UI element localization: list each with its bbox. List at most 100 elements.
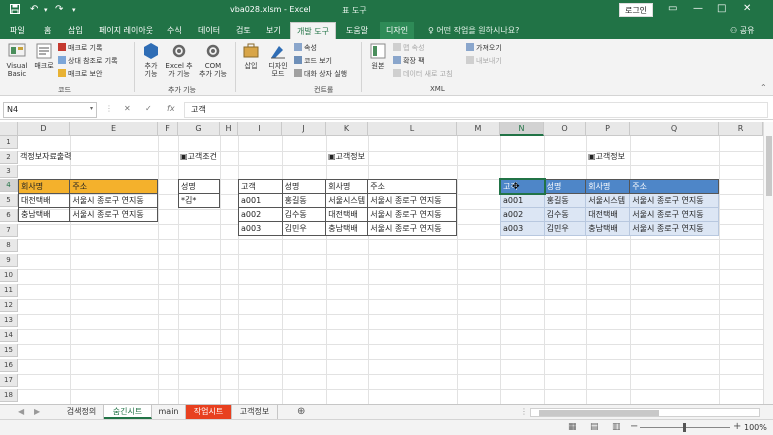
design-mode-button[interactable]: 디자인 모드 — [265, 42, 291, 78]
source-button[interactable]: 원본 — [367, 42, 389, 70]
table-cell[interactable]: 서울시 종로구 연지동 — [367, 193, 457, 208]
column-header[interactable]: H — [220, 122, 238, 136]
table-cell[interactable]: a003 — [500, 221, 545, 236]
undo-dropdown-icon[interactable]: ▾ — [44, 6, 48, 14]
tab-splitter-icon[interactable]: ⋮ — [520, 407, 528, 416]
table-header-cell[interactable]: 고객 — [238, 179, 283, 194]
zoom-slider-thumb[interactable] — [683, 423, 686, 432]
next-sheet-icon[interactable]: ▶ — [34, 407, 40, 416]
row-header[interactable]: 15 — [0, 344, 18, 357]
relative-reference-button[interactable]: 상대 참조로 기록 — [58, 56, 118, 66]
row-header[interactable]: 5 — [0, 194, 18, 207]
map-properties-button[interactable]: 맵 속성 — [393, 43, 425, 53]
login-button[interactable]: 로그인 — [619, 3, 653, 17]
row-header[interactable]: 18 — [0, 389, 18, 402]
addin-button[interactable]: 추가 기능 — [140, 42, 162, 78]
minimize-button[interactable]: — — [693, 3, 703, 14]
normal-view-icon[interactable]: ▦ — [568, 422, 577, 432]
column-header[interactable]: M — [457, 122, 500, 136]
vertical-scrollbar[interactable] — [763, 122, 773, 404]
page-layout-icon[interactable]: ▤ — [590, 422, 599, 432]
table-cell[interactable]: 충남택배 — [585, 221, 631, 236]
table-cell[interactable]: a001 — [500, 193, 545, 208]
table-cell[interactable]: 대전택배 — [585, 207, 631, 222]
properties-button[interactable]: 속성 — [294, 43, 317, 53]
row-header[interactable]: 8 — [0, 239, 18, 252]
table-cell[interactable]: 충남택배 — [325, 221, 369, 236]
table-cell[interactable]: 충남택배 — [17, 207, 71, 222]
table-cell[interactable]: a002 — [500, 207, 545, 222]
row-header[interactable]: 16 — [0, 359, 18, 372]
com-addin-button[interactable]: COM 추가 기능 — [196, 42, 230, 78]
table-cell[interactable]: a003 — [238, 221, 283, 236]
column-header[interactable]: I — [238, 122, 282, 136]
column-header[interactable]: R — [719, 122, 763, 136]
table-cell[interactable]: 서울시스템 — [325, 193, 369, 208]
table-cell[interactable]: 김민우 — [281, 221, 327, 236]
column-header[interactable]: O — [544, 122, 586, 136]
active-cell-selection[interactable] — [499, 178, 546, 195]
undo-icon[interactable]: ↶ — [30, 4, 38, 15]
tab-view[interactable]: 보기 — [266, 25, 281, 36]
criteria-value[interactable]: *김* — [178, 193, 220, 208]
table-cell[interactable]: 대전택배 — [325, 207, 369, 222]
table-cell[interactable]: 서울시 종로구 연지동 — [69, 207, 158, 222]
tab-review[interactable]: 검토 — [236, 25, 251, 36]
table-cell[interactable]: 서울시 종로구 연지동 — [629, 193, 719, 208]
table-cell[interactable]: 서울시 종로구 연지동 — [367, 207, 457, 222]
share-button[interactable]: ⚇ 공유 — [730, 25, 754, 36]
column-header[interactable]: G — [178, 122, 220, 136]
row-header[interactable]: 9 — [0, 254, 18, 267]
save-icon[interactable] — [10, 4, 20, 17]
enter-icon[interactable]: ✓ — [145, 104, 152, 113]
table-cell[interactable]: 대전택배 — [17, 193, 71, 208]
table-cell[interactable]: 김수동 — [543, 207, 587, 222]
import-button[interactable]: 가져오기 — [466, 43, 502, 53]
column-header[interactable]: K — [326, 122, 368, 136]
row-header[interactable]: 2 — [0, 151, 18, 164]
column-header[interactable]: D — [18, 122, 70, 136]
sheet-tab-active[interactable]: 숨긴시트 — [104, 405, 152, 419]
row-header[interactable]: 1 — [0, 136, 18, 149]
add-sheet-button[interactable]: ⊕ — [297, 406, 305, 417]
restore-button[interactable]: □ — [717, 3, 726, 14]
table-cell[interactable]: 김민우 — [543, 221, 587, 236]
table-cell[interactable]: 서울시 종로구 연지동 — [629, 207, 719, 222]
select-all-corner[interactable] — [0, 122, 18, 136]
table-cell[interactable]: a002 — [238, 207, 283, 222]
row-header[interactable]: 11 — [0, 284, 18, 297]
table-header-cell[interactable]: 성명 — [543, 179, 587, 194]
column-header[interactable]: F — [158, 122, 178, 136]
name-box[interactable]: N4 — [3, 102, 97, 118]
table-cell[interactable]: 홍길동 — [281, 193, 327, 208]
page-break-icon[interactable]: ▥ — [612, 422, 621, 432]
table-cell[interactable]: 서울시스템 — [585, 193, 631, 208]
column-header[interactable]: P — [586, 122, 630, 136]
export-button[interactable]: 내보내기 — [466, 56, 502, 66]
row-header[interactable]: 3 — [0, 165, 18, 178]
row-header[interactable]: 6 — [0, 209, 18, 222]
criteria-header[interactable]: 성명 — [178, 179, 220, 194]
column-header[interactable]: J — [282, 122, 326, 136]
sheet-tab-colored[interactable]: 작업시트 — [186, 405, 232, 419]
sheet-tab[interactable]: main — [152, 405, 186, 419]
table-cell[interactable]: 서울시 종로구 연지동 — [69, 193, 158, 208]
close-button[interactable]: ✕ — [743, 3, 751, 14]
sheet-tab[interactable]: 검색정의 — [60, 405, 104, 419]
row-header[interactable]: 17 — [0, 374, 18, 387]
run-dialog-button[interactable]: 대화 상자 실행 — [294, 69, 347, 79]
column-header-selected[interactable]: N — [500, 122, 544, 136]
row-header-selected[interactable]: 4 — [0, 179, 18, 192]
tab-formulas[interactable]: 수식 — [167, 25, 182, 36]
customize-qat-icon[interactable]: ▾ — [72, 6, 76, 14]
table-cell[interactable]: 서울시 종로구 연지동 — [629, 221, 719, 236]
tab-page-layout[interactable]: 페이지 레이아웃 — [99, 25, 153, 36]
table-cell[interactable]: 김수동 — [281, 207, 327, 222]
tab-insert[interactable]: 삽입 — [68, 25, 83, 36]
scroll-thumb[interactable] — [539, 410, 659, 416]
tell-me-search[interactable]: ♀ 어떤 작업을 원하시나요? — [428, 25, 519, 36]
ribbon-display-icon[interactable]: ▭ — [668, 3, 677, 14]
column-header[interactable]: Q — [630, 122, 719, 136]
visual-basic-button[interactable]: Visual Basic — [5, 42, 29, 78]
view-code-button[interactable]: 코드 보기 — [294, 56, 332, 66]
